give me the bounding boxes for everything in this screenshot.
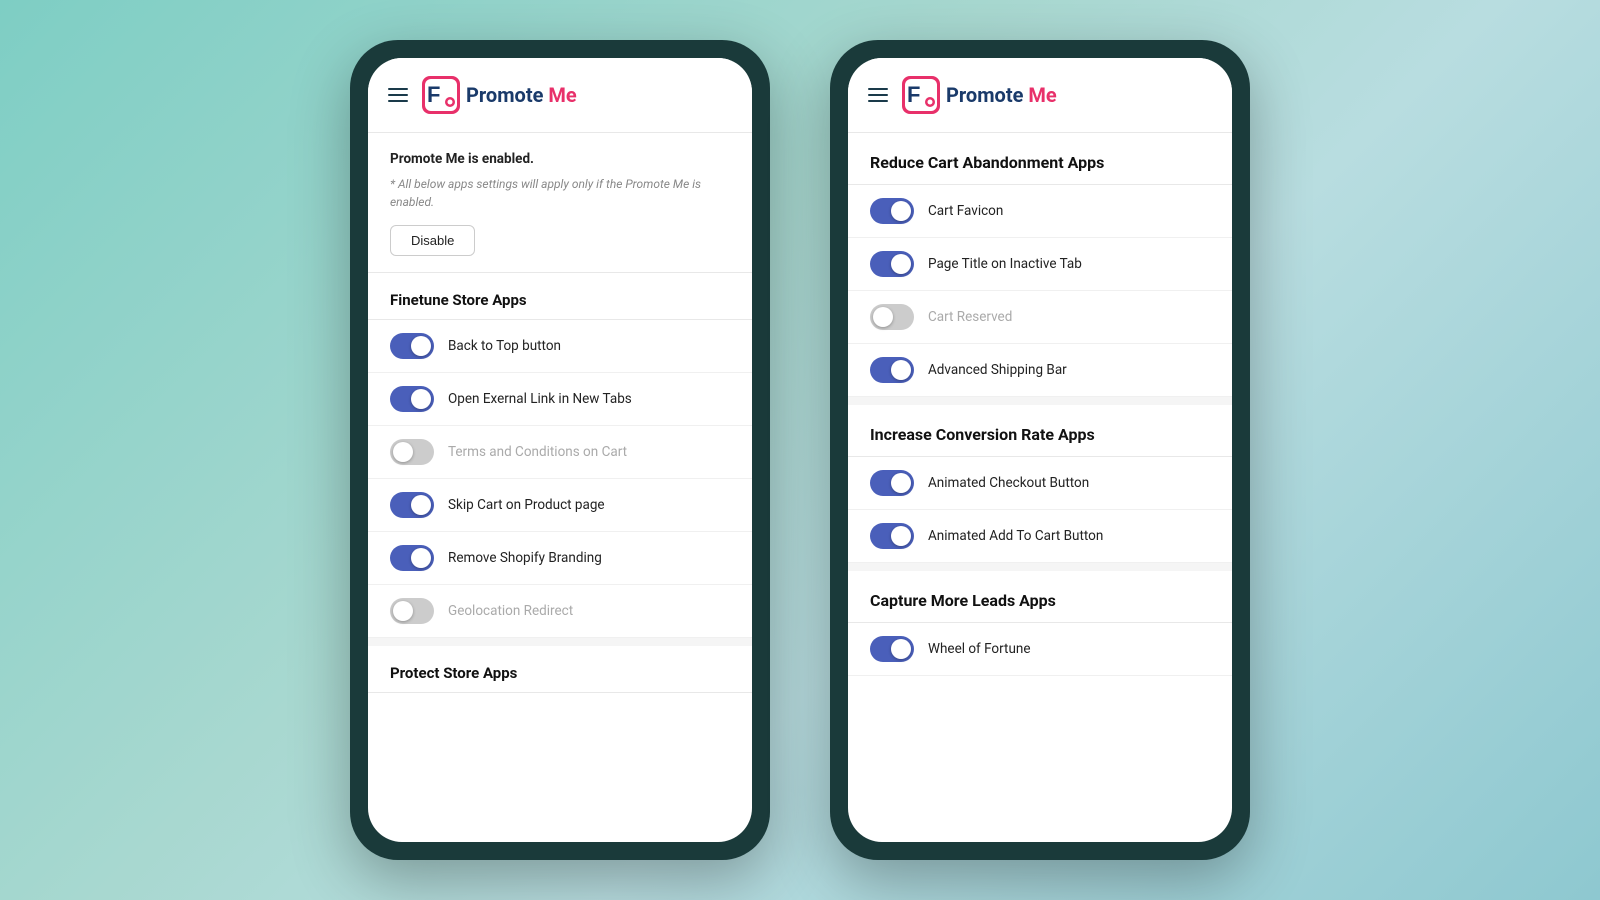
right-hamburger-menu-icon[interactable] [868, 88, 888, 102]
remove-shopify-toggle[interactable] [390, 545, 434, 571]
svg-text:F: F [907, 82, 920, 107]
left-phone-header: F Promote Me [368, 58, 752, 133]
animated-add-to-cart-toggle[interactable] [870, 523, 914, 549]
hamburger-menu-icon[interactable] [388, 88, 408, 102]
section-separator [368, 638, 752, 646]
animated-checkout-label: Animated Checkout Button [928, 475, 1089, 491]
advanced-shipping-toggle[interactable] [870, 357, 914, 383]
back-to-top-toggle[interactable] [390, 333, 434, 359]
skip-cart-toggle[interactable] [390, 492, 434, 518]
cart-favicon-toggle[interactable] [870, 198, 914, 224]
left-phone: F Promote Me Promote Me is enabled. * Al… [350, 40, 770, 860]
skip-cart-label: Skip Cart on Product page [448, 497, 605, 513]
leads-section-title: Capture More Leads Apps [848, 571, 1232, 622]
status-banner: Promote Me is enabled. * All below apps … [368, 133, 752, 273]
protect-section-title: Protect Store Apps [368, 646, 752, 693]
terms-conditions-label: Terms and Conditions on Cart [448, 444, 627, 460]
left-phone-content: Promote Me is enabled. * All below apps … [368, 133, 752, 842]
list-item: Advanced Shipping Bar [848, 344, 1232, 397]
status-note: * All below apps settings will apply onl… [390, 175, 730, 211]
animated-add-to-cart-label: Animated Add To Cart Button [928, 528, 1103, 544]
list-item: Animated Checkout Button [848, 457, 1232, 510]
animated-checkout-toggle[interactable] [870, 470, 914, 496]
terms-conditions-toggle[interactable] [390, 439, 434, 465]
section-separator-2 [848, 563, 1232, 571]
list-item: Wheel of Fortune [848, 623, 1232, 676]
right-logo: F Promote Me [902, 76, 1057, 114]
list-item: Remove Shopify Branding [368, 532, 752, 585]
list-item: Cart Reserved [848, 291, 1232, 344]
section-separator-1 [848, 397, 1232, 405]
cart-favicon-label: Cart Favicon [928, 203, 1003, 219]
advanced-shipping-label: Advanced Shipping Bar [928, 362, 1067, 378]
remove-shopify-label: Remove Shopify Branding [448, 550, 602, 566]
wheel-of-fortune-label: Wheel of Fortune [928, 641, 1031, 657]
list-item: Open Exernal Link in New Tabs [368, 373, 752, 426]
right-phone: F Promote Me Reduce Cart Abandonment App… [830, 40, 1250, 860]
right-phone-content: Reduce Cart Abandonment Apps Cart Favico… [848, 133, 1232, 842]
list-item: Skip Cart on Product page [368, 479, 752, 532]
logo-icon: F [422, 76, 460, 114]
list-item: Page Title on Inactive Tab [848, 238, 1232, 291]
list-item: Back to Top button [368, 320, 752, 373]
list-item: Terms and Conditions on Cart [368, 426, 752, 479]
right-phone-screen: F Promote Me Reduce Cart Abandonment App… [848, 58, 1232, 842]
finetune-section-title: Finetune Store Apps [368, 273, 752, 320]
right-logo-icon: F [902, 76, 940, 114]
cart-reserved-label: Cart Reserved [928, 309, 1012, 325]
open-external-label: Open Exernal Link in New Tabs [448, 391, 632, 407]
reduce-section-title: Reduce Cart Abandonment Apps [848, 133, 1232, 184]
svg-text:F: F [427, 82, 440, 107]
list-item: Animated Add To Cart Button [848, 510, 1232, 563]
conversion-section-title: Increase Conversion Rate Apps [848, 405, 1232, 456]
left-phone-screen: F Promote Me Promote Me is enabled. * Al… [368, 58, 752, 842]
right-phone-header: F Promote Me [848, 58, 1232, 133]
geolocation-toggle[interactable] [390, 598, 434, 624]
open-external-toggle[interactable] [390, 386, 434, 412]
logo: F Promote Me [422, 76, 577, 114]
disable-button[interactable]: Disable [390, 225, 475, 256]
status-enabled-text: Promote Me is enabled. [390, 151, 730, 167]
back-to-top-label: Back to Top button [448, 338, 561, 354]
geolocation-label: Geolocation Redirect [448, 603, 573, 619]
wheel-of-fortune-toggle[interactable] [870, 636, 914, 662]
page-title-label: Page Title on Inactive Tab [928, 256, 1082, 272]
right-logo-text: Promote Me [946, 83, 1057, 107]
logo-text: Promote Me [466, 83, 577, 107]
page-title-toggle[interactable] [870, 251, 914, 277]
list-item: Cart Favicon [848, 185, 1232, 238]
list-item: Geolocation Redirect [368, 585, 752, 638]
cart-reserved-toggle[interactable] [870, 304, 914, 330]
